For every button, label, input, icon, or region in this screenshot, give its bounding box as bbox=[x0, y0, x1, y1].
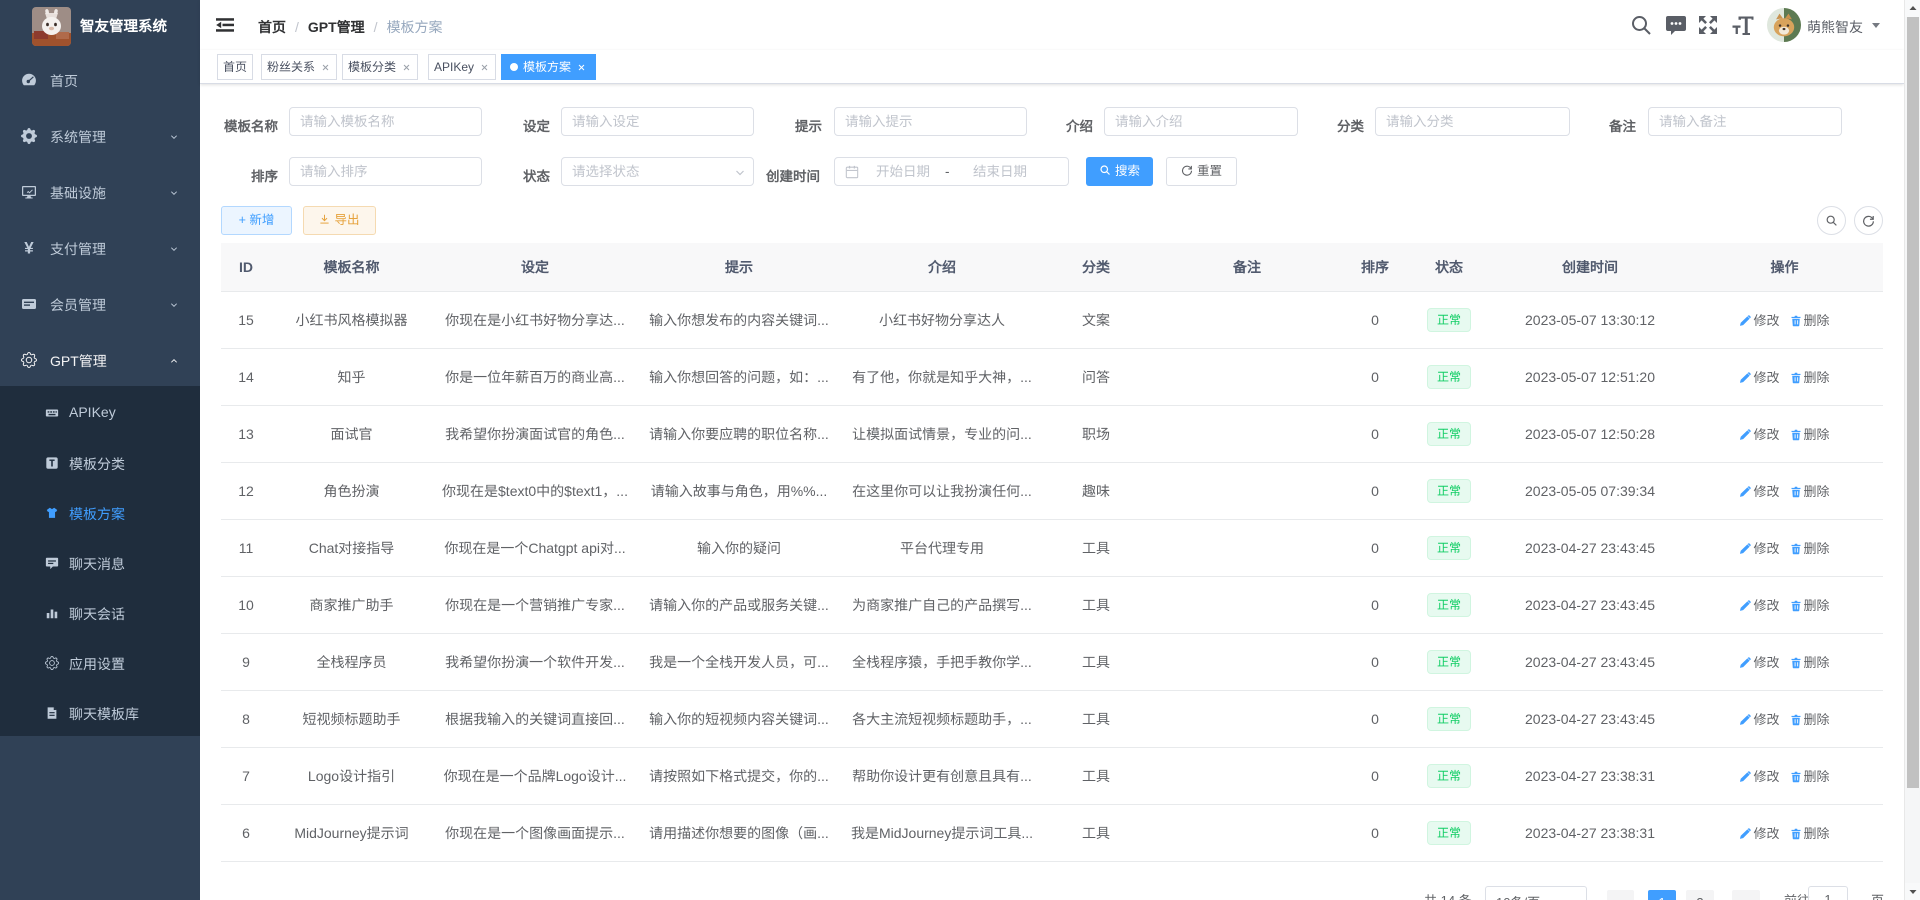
svg-text:¥: ¥ bbox=[24, 240, 34, 256]
